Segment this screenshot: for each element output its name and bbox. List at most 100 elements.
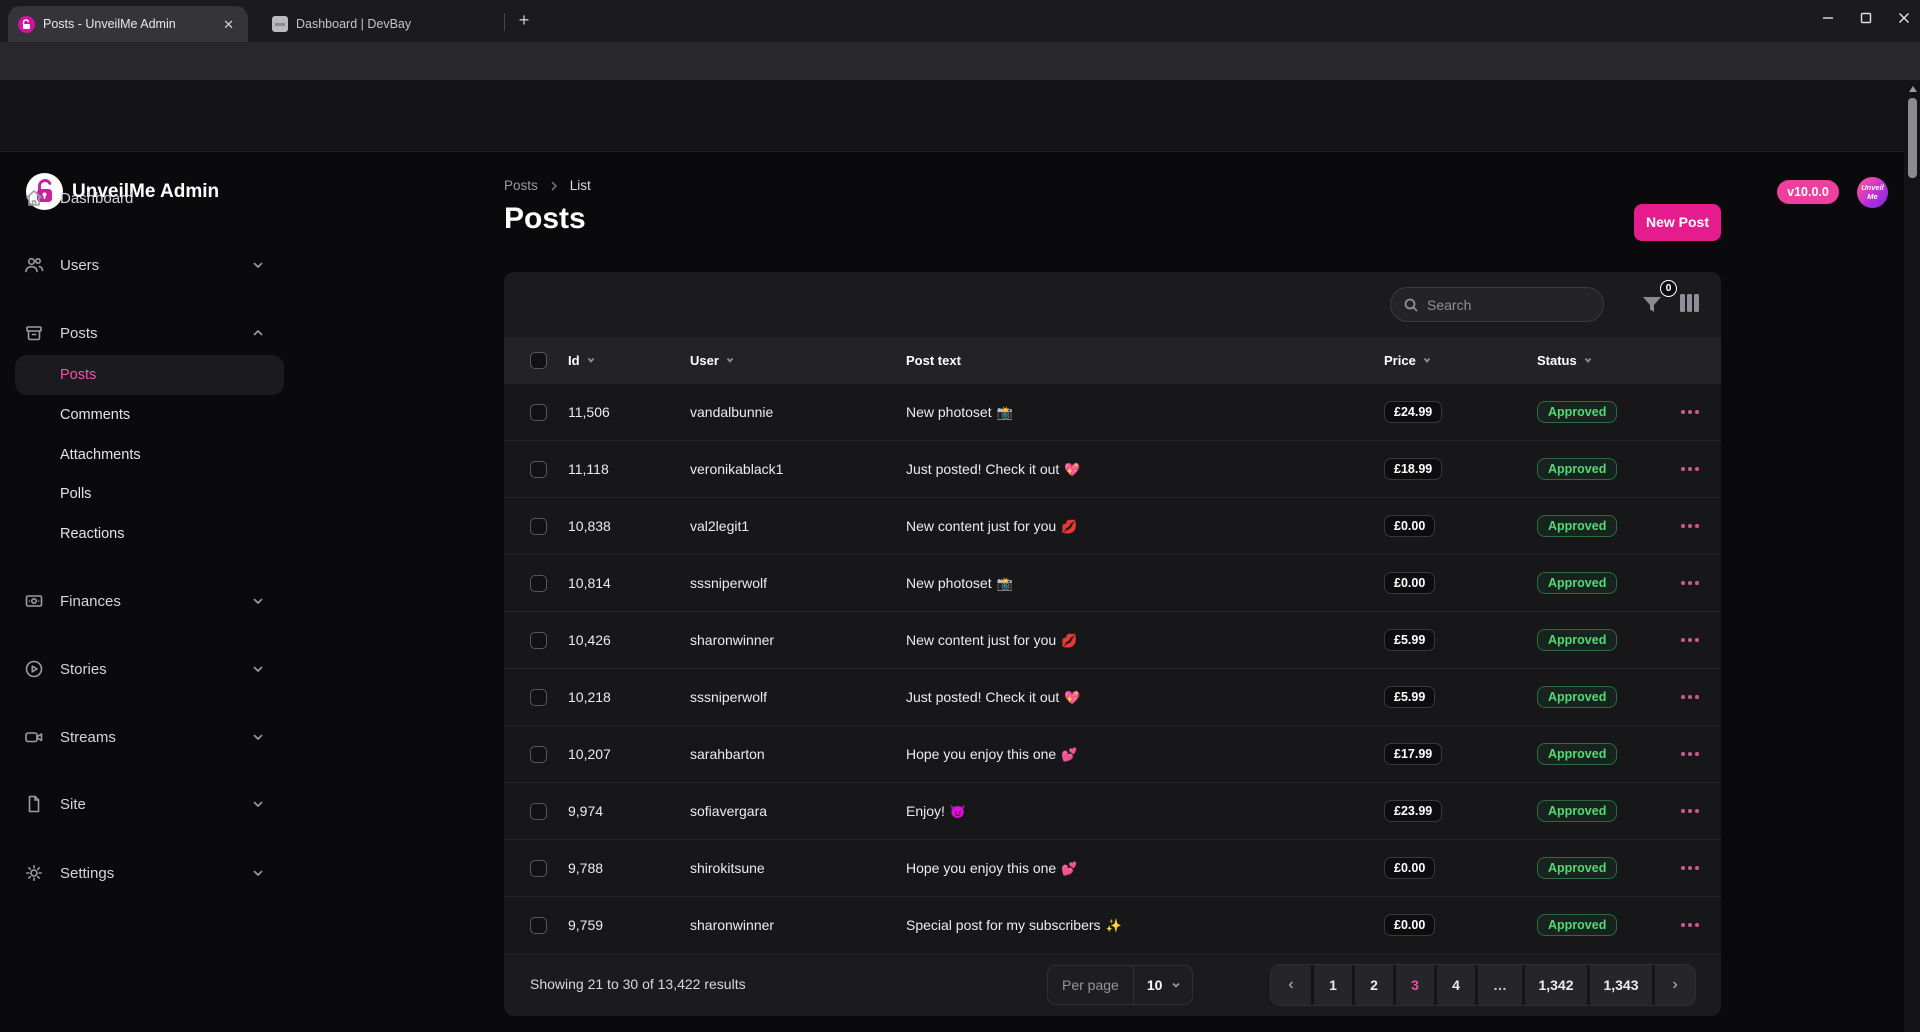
page-button-1343[interactable]: 1,343	[1590, 965, 1652, 1005]
search-box[interactable]	[1390, 287, 1604, 322]
row-checkbox[interactable]	[530, 803, 547, 820]
row-actions-menu-icon[interactable]	[1681, 581, 1709, 585]
page-button-1[interactable]: 1	[1314, 965, 1352, 1005]
cell-post-text: Special post for my subscribers✨	[906, 917, 1384, 934]
search-input[interactable]	[1427, 297, 1577, 313]
tab-close-icon[interactable]: ✕	[219, 16, 238, 33]
browser-tabstrip: Posts - UnveilMe Admin ✕ Dashboard | Dev…	[0, 0, 1920, 42]
price-badge: £18.99	[1384, 458, 1442, 480]
cell-post-text: New photoset📸	[906, 404, 1384, 421]
cell-post-text: Hope you enjoy this one💕	[906, 860, 1384, 877]
chevron-down-icon	[251, 866, 265, 880]
row-actions-menu-icon[interactable]	[1681, 638, 1709, 642]
sidebar-item-finances[interactable]: Finances	[0, 581, 289, 621]
per-page-select[interactable]: Per page 10	[1047, 965, 1193, 1005]
sidebar-item-dashboard[interactable]: Dashboard	[0, 178, 289, 218]
chevron-down-icon	[251, 594, 265, 608]
new-tab-button[interactable]: +	[514, 11, 534, 31]
tab-posts-unveilme[interactable]: Posts - UnveilMe Admin ✕	[8, 6, 248, 42]
scrollbar-up-arrow[interactable]	[1909, 86, 1917, 92]
row-actions-menu-icon[interactable]	[1681, 809, 1709, 813]
row-checkbox[interactable]	[530, 746, 547, 763]
sidebar-item-site[interactable]: Site	[0, 784, 289, 824]
page-button-3-current[interactable]: 3	[1396, 965, 1434, 1005]
user-avatar[interactable]: Unveil Me	[1857, 177, 1888, 208]
breadcrumb-posts[interactable]: Posts	[504, 178, 538, 193]
cell-user: vandalbunnie	[690, 404, 906, 420]
table-row: 9,974 sofiavergara Enjoy!😈 £23.99 Approv…	[504, 782, 1721, 839]
sidebar-subitem-posts[interactable]: Posts	[15, 355, 284, 395]
row-actions-menu-icon[interactable]	[1681, 524, 1709, 528]
sidebar-label: Settings	[60, 865, 235, 882]
row-actions-menu-icon[interactable]	[1681, 467, 1709, 471]
sidebar-item-streams[interactable]: Streams	[0, 717, 289, 757]
column-header-price[interactable]: Price	[1384, 353, 1537, 368]
row-actions-menu-icon[interactable]	[1681, 866, 1709, 870]
row-checkbox[interactable]	[530, 461, 547, 478]
row-actions-menu-icon[interactable]	[1681, 752, 1709, 756]
sidebar-subitem-attachments[interactable]: Attachments	[15, 435, 284, 475]
per-page-value: 10	[1134, 977, 1171, 993]
close-button[interactable]	[1898, 12, 1910, 24]
sidebar-item-posts[interactable]: Posts	[0, 313, 289, 353]
post-emoji: 💋	[1061, 633, 1077, 648]
table-row: 11,506 vandalbunnie New photoset📸 £24.99…	[504, 383, 1721, 440]
page-button-4[interactable]: 4	[1437, 965, 1475, 1005]
row-checkbox[interactable]	[530, 575, 547, 592]
page-ellipsis: …	[1478, 965, 1522, 1005]
row-actions-menu-icon[interactable]	[1681, 695, 1709, 699]
new-post-button[interactable]: New Post	[1634, 204, 1721, 241]
post-emoji: 😈	[950, 804, 966, 819]
price-badge: £0.00	[1384, 914, 1435, 936]
cell-id: 10,207	[568, 746, 690, 762]
per-page-label: Per page	[1048, 977, 1133, 993]
status-badge: Approved	[1537, 401, 1617, 423]
sidebar-item-users[interactable]: Users	[0, 245, 289, 285]
tab-dashboard-devbay[interactable]: Dashboard | DevBay	[262, 6, 492, 42]
row-checkbox[interactable]	[530, 404, 547, 421]
cell-id: 10,218	[568, 689, 690, 705]
filter-funnel-icon[interactable]	[1640, 294, 1664, 316]
version-badge: v10.0.0	[1777, 180, 1839, 204]
video-camera-icon	[24, 727, 44, 747]
row-checkbox[interactable]	[530, 917, 547, 934]
scrollbar-track[interactable]	[1904, 80, 1920, 1032]
avatar-text: Me	[1857, 193, 1888, 201]
price-badge: £5.99	[1384, 686, 1435, 708]
sidebar-subitem-comments[interactable]: Comments	[15, 395, 284, 435]
sidebar-item-stories[interactable]: Stories	[0, 649, 289, 689]
chevron-down-icon	[1170, 979, 1182, 991]
next-page-button[interactable]: ›	[1655, 965, 1695, 1005]
tab-title: Posts - UnveilMe Admin	[43, 17, 211, 31]
sidebar-subitem-polls[interactable]: Polls	[15, 474, 284, 514]
sort-chevron-icon	[1422, 355, 1432, 365]
maximize-button[interactable]	[1860, 12, 1872, 24]
scrollbar-thumb[interactable]	[1908, 98, 1917, 178]
page-button-1342[interactable]: 1,342	[1525, 965, 1587, 1005]
column-header-id[interactable]: Id	[568, 353, 690, 368]
column-header-status[interactable]: Status	[1537, 353, 1669, 368]
minimize-button[interactable]	[1822, 12, 1834, 24]
table-row: 10,814 sssniperwolf New photoset📸 £0.00 …	[504, 554, 1721, 611]
row-checkbox[interactable]	[530, 689, 547, 706]
file-icon	[24, 794, 44, 814]
row-actions-menu-icon[interactable]	[1681, 923, 1709, 927]
sort-chevron-icon	[586, 355, 596, 365]
filter-count-badge: 0	[1660, 280, 1677, 297]
cell-post-text: Enjoy!😈	[906, 803, 1384, 820]
select-all-checkbox[interactable]	[530, 352, 547, 369]
page-button-2[interactable]: 2	[1355, 965, 1393, 1005]
row-checkbox[interactable]	[530, 632, 547, 649]
columns-icon[interactable]	[1680, 294, 1699, 312]
sidebar-item-settings[interactable]: Settings	[0, 853, 289, 893]
cell-user: sssniperwolf	[690, 689, 906, 705]
prev-page-button[interactable]: ‹	[1271, 965, 1311, 1005]
row-checkbox[interactable]	[530, 518, 547, 535]
cell-post-text: New content just for you💋	[906, 518, 1384, 535]
sidebar-subitem-reactions[interactable]: Reactions	[15, 514, 284, 554]
row-checkbox[interactable]	[530, 860, 547, 877]
table-row: 11,118 veronikablack1 Just posted! Check…	[504, 440, 1721, 497]
row-actions-menu-icon[interactable]	[1681, 410, 1709, 414]
column-header-user[interactable]: User	[690, 353, 906, 368]
banknote-icon	[24, 591, 44, 611]
